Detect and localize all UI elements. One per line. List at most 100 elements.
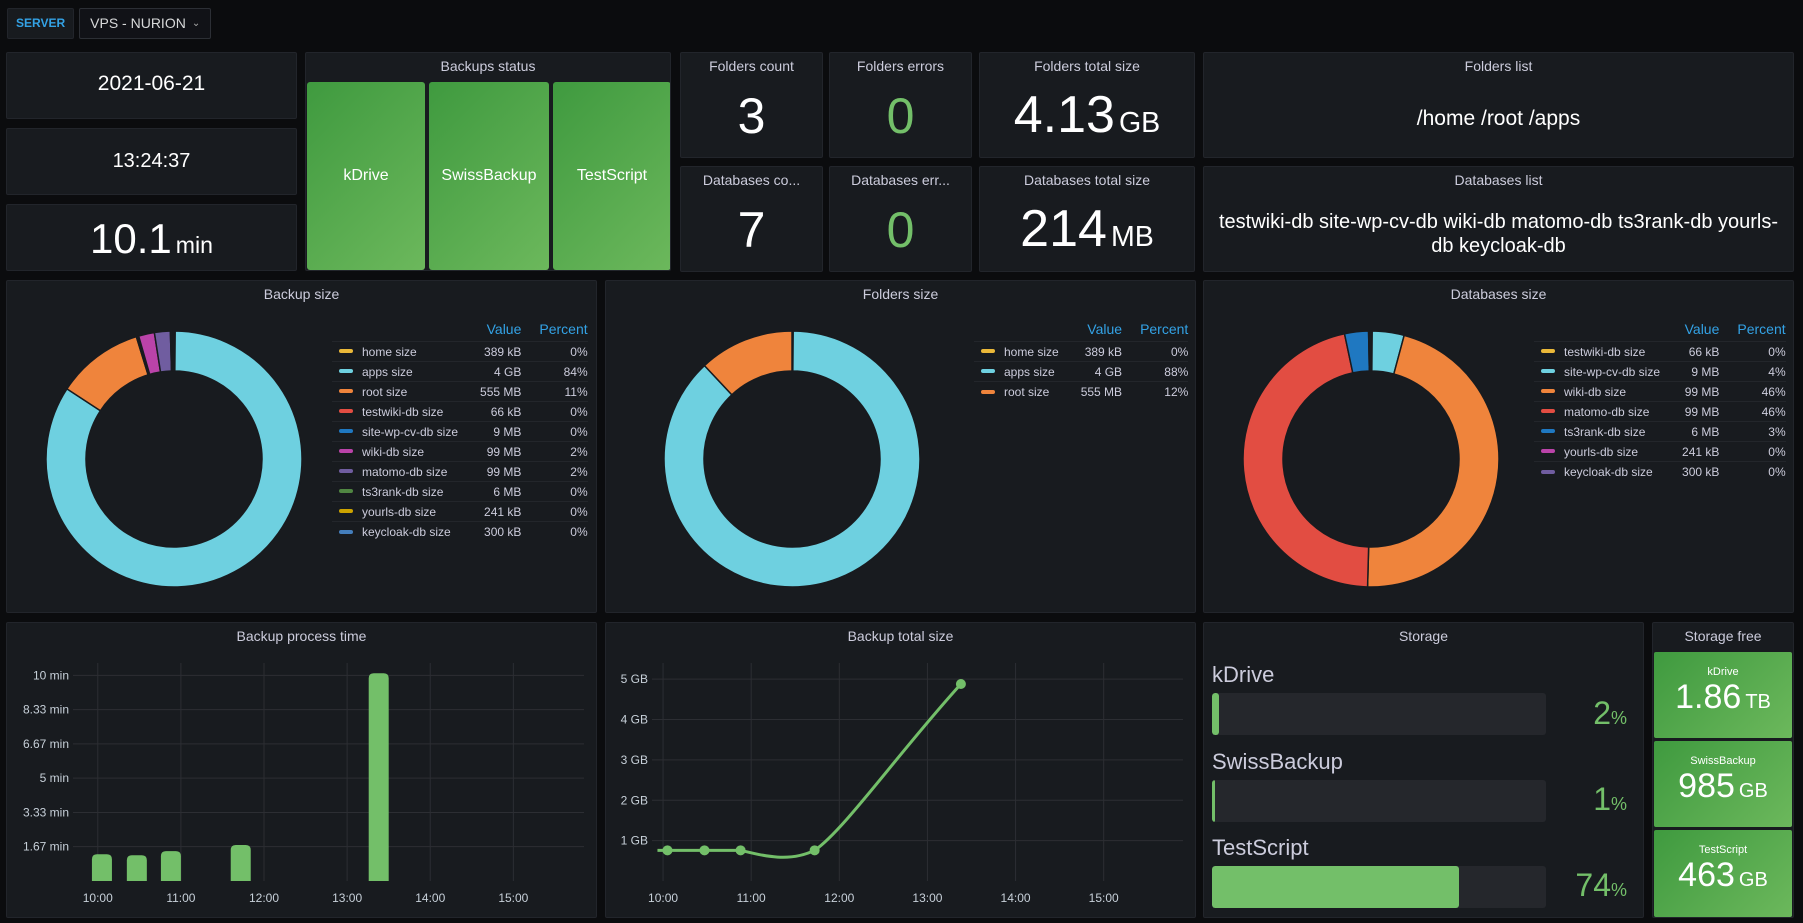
legend-value: 2% xyxy=(521,441,588,462)
legend-row[interactable]: matomo-db size 99 MB 46% xyxy=(1534,401,1786,422)
legend-row[interactable]: root size 555 MB 12% xyxy=(974,381,1189,402)
legend-swatch xyxy=(339,449,353,454)
legend-header[interactable]: Value xyxy=(1666,321,1720,342)
y-tick-label: 10 min xyxy=(33,668,69,682)
storage-free-unit: GB xyxy=(1738,869,1768,891)
legend-value: 0% xyxy=(521,501,588,522)
legend-label: testwiki-db size xyxy=(362,404,444,419)
x-tick-label: 12:00 xyxy=(824,891,854,905)
legend-header[interactable]: Value xyxy=(464,321,522,342)
stat-unit: MB xyxy=(1110,221,1154,253)
legend-swatch xyxy=(1541,429,1555,434)
storage-percent-kdrive: 2% xyxy=(1593,695,1627,731)
y-tick-label: 3 GB xyxy=(621,753,648,767)
legend-value: 389 kB xyxy=(1064,341,1123,362)
backup-process-time-panel: Backup process time 10:00 11:00 12:00 13:00… xyxy=(6,622,597,918)
legend-row[interactable]: home size 389 kB 0% xyxy=(332,341,588,362)
y-tick-label: 3.33 min xyxy=(23,806,69,820)
legend-value: 241 kB xyxy=(464,501,522,522)
legend-row[interactable]: home size 389 kB 0% xyxy=(974,341,1189,362)
legend-row[interactable]: site-wp-cv-db size 9 MB 0% xyxy=(332,421,588,442)
bar xyxy=(126,855,147,881)
bar xyxy=(230,845,251,881)
chevron-down-icon: ⌄ xyxy=(191,18,201,29)
time-panel: 13:24:37 xyxy=(6,128,297,195)
legend-value: 11% xyxy=(521,381,588,402)
server-select[interactable]: VPS - NURION ⌄ xyxy=(79,8,212,39)
storage-name-kdrive: kDrive xyxy=(1212,662,1275,687)
legend-row[interactable]: wiki-db size 99 MB 46% xyxy=(1534,381,1786,402)
storage-free-value: 463 xyxy=(1678,856,1735,894)
stat-value: 7 xyxy=(737,202,766,258)
folders-count-panel: Folders count 3 xyxy=(680,52,823,158)
legend-header[interactable]: Percent xyxy=(521,321,587,342)
donut-slice xyxy=(1369,330,1372,372)
status-tile-swissbackup[interactable]: SwissBackup xyxy=(429,82,549,270)
legend-swatch xyxy=(981,389,995,394)
x-tick-label: 15:00 xyxy=(1089,891,1119,905)
dashboard-variables: SERVER VPS - NURION ⌄ xyxy=(7,8,212,39)
legend-value: 555 MB xyxy=(464,381,522,402)
panel-title: Backup size xyxy=(263,286,340,302)
donut-slice xyxy=(1242,332,1370,588)
legend-row[interactable]: yourls-db size 241 kB 0% xyxy=(1534,441,1786,462)
legend-value: 9 MB xyxy=(1666,361,1720,382)
legend-row[interactable]: root size 555 MB 11% xyxy=(332,381,588,402)
legend-row[interactable]: wiki-db size 99 MB 2% xyxy=(332,441,588,462)
legend-value: 0% xyxy=(521,421,588,442)
backup-size-donut xyxy=(45,330,303,588)
legend-value: 4 GB xyxy=(464,361,522,382)
storage-gauge-testscript xyxy=(1212,866,1546,908)
legend-row[interactable]: apps size 4 GB 88% xyxy=(974,361,1189,382)
storage-gauge-kdrive xyxy=(1212,693,1546,735)
legend-value: 3% xyxy=(1719,421,1786,442)
legend-swatch xyxy=(339,349,353,354)
panel-title: Databases total size xyxy=(1023,172,1151,188)
legend-row[interactable]: keycloak-db size 300 kB 0% xyxy=(332,521,588,542)
legend-row[interactable]: site-wp-cv-db size 9 MB 4% xyxy=(1534,361,1786,382)
legend-value: 300 kB xyxy=(1666,461,1720,482)
legend-value: 99 MB xyxy=(464,441,522,462)
folders-size-panel: Folders size Value Percent home size 389 kB… xyxy=(605,280,1196,613)
legend-row[interactable]: ts3rank-db size 6 MB 3% xyxy=(1534,421,1786,442)
legend-row[interactable]: keycloak-db size 300 kB 0% xyxy=(1534,461,1786,482)
databases-count-panel: Databases co... 7 xyxy=(680,166,823,272)
legend-row[interactable]: apps size 4 GB 84% xyxy=(332,361,588,382)
legend-row[interactable]: yourls-db size 241 kB 0% xyxy=(332,501,588,522)
stat-value: 4.13 xyxy=(1013,86,1115,144)
duration-panel: 10.1 min xyxy=(6,204,297,271)
legend-value: 66 kB xyxy=(1666,341,1720,362)
legend-swatch xyxy=(339,529,353,534)
panel-title: Storage free xyxy=(1684,628,1762,644)
legend-row[interactable]: testwiki-db size 66 kB 0% xyxy=(332,401,588,422)
legend-value: 46% xyxy=(1719,401,1786,422)
legend-row[interactable]: testwiki-db size 66 kB 0% xyxy=(1534,341,1786,362)
legend-label: home size xyxy=(362,344,417,359)
status-tile-testscript[interactable]: TestScript xyxy=(553,82,670,270)
legend-header[interactable]: Percent xyxy=(1719,321,1785,342)
legend-swatch xyxy=(339,469,353,474)
panel-title: Databases co... xyxy=(702,172,801,188)
folders-size-donut xyxy=(663,330,921,588)
legend-swatch xyxy=(1541,369,1555,374)
legend-row[interactable]: matomo-db size 99 MB 2% xyxy=(332,461,588,482)
date-panel: 2021-06-21 xyxy=(6,52,297,119)
legend-label: root size xyxy=(1004,384,1050,399)
databases-errors-panel: Databases err... 0 xyxy=(829,166,972,272)
legend-swatch xyxy=(981,369,995,374)
series-line xyxy=(657,682,963,859)
legend-label: keycloak-db size xyxy=(1564,464,1653,479)
status-tile-kdrive[interactable]: kDrive xyxy=(307,82,425,270)
panel-title: Folders total size xyxy=(1034,58,1140,74)
legend-header[interactable]: Percent xyxy=(1122,321,1188,342)
legend-swatch xyxy=(1541,349,1555,354)
legend-header[interactable]: Value xyxy=(1065,321,1122,342)
databases-size-legend: Value Percent testwiki-db size 66 kB 0% site-… xyxy=(1534,321,1786,482)
date-value: 2021-06-21 xyxy=(97,72,206,95)
donut-slice xyxy=(172,330,175,372)
backup-size-panel: Backup size Value Percent home size 389 kB 0… xyxy=(6,280,597,613)
data-point xyxy=(699,845,710,856)
legend-row[interactable]: ts3rank-db size 6 MB 0% xyxy=(332,481,588,502)
y-tick-label: 6.67 min xyxy=(23,737,69,751)
x-tick-label: 11:00 xyxy=(737,891,766,905)
